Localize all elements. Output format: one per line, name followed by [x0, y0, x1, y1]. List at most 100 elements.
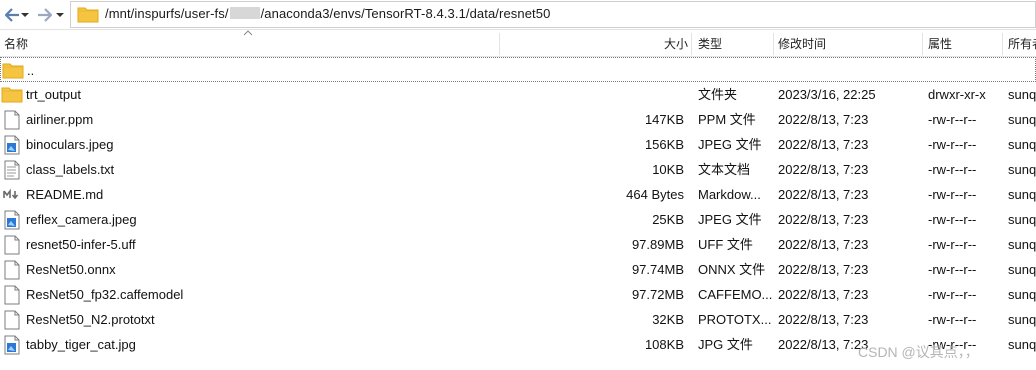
column-divider[interactable] [1002, 33, 1003, 55]
file-attributes: -rw-r--r-- [928, 112, 977, 127]
file-name: ResNet50.onnx [26, 262, 116, 277]
file-type: JPEG 文件 [698, 212, 762, 227]
file-owner: sunq [1008, 212, 1036, 227]
file-name: class_labels.txt [26, 162, 115, 177]
file-attributes: -rw-r--r-- [928, 262, 977, 277]
file-size: 32KB [652, 312, 684, 327]
forward-button[interactable] [36, 7, 54, 23]
file-owner: sunq [1008, 237, 1036, 252]
file-owner: sunq [1008, 87, 1036, 102]
address-path-suffix: /anaconda3/envs/TensorRT-8.4.3.1/data/re… [260, 6, 551, 21]
file-row[interactable]: trt_output 文件夹 2023/3/16, 22:25 drwxr-xr-x s… [0, 82, 1036, 107]
column-header-type[interactable]: 类型 [694, 30, 726, 57]
file-type: PPM 文件 [698, 112, 756, 127]
file-row[interactable]: airliner.ppm 147KB PPM 文件 2022/8/13, 7:23 -r… [0, 107, 1036, 132]
file-type: ONNX 文件 [698, 262, 766, 277]
file-row[interactable]: ResNet50_N2.prototxt 32KB PROTOTX... 2022/8… [0, 307, 1036, 332]
folder-icon [2, 63, 24, 79]
address-path-prefix: /mnt/inspurfs/user-fs/ [105, 6, 229, 21]
file-owner: sunq [1008, 262, 1036, 277]
column-header-name[interactable]: 名称 [0, 30, 32, 57]
file-size [523, 58, 683, 83]
file-size: 156KB [644, 137, 684, 152]
watermark: CSDN @议其点，， [858, 344, 979, 360]
column-header-size[interactable]: 大小 [660, 30, 692, 57]
column-header-owner[interactable]: 所有者 [1004, 30, 1036, 57]
file-type: JPG 文件 [698, 337, 753, 352]
file-modified [779, 58, 919, 83]
file-size: 97.89MB [631, 237, 684, 252]
file-type: JPEG 文件 [698, 137, 762, 152]
file-modified: 2022/8/13, 7:23 [778, 287, 869, 302]
file-row[interactable]: binoculars.jpeg 156KB JPEG 文件 2022/8/13, 7:… [0, 132, 1036, 157]
file-attributes: -rw-r--r-- [928, 287, 977, 302]
file-icon [4, 260, 20, 280]
file-name: .. [27, 63, 35, 78]
file-owner: sunq [1008, 187, 1036, 202]
column-divider[interactable] [922, 33, 923, 55]
back-arrow-icon [4, 8, 19, 22]
back-button[interactable] [3, 7, 21, 23]
file-modified: 2022/8/13, 7:23 [778, 262, 869, 277]
column-divider[interactable] [691, 33, 692, 55]
file-modified: 2022/8/13, 7:23 [778, 237, 869, 252]
forward-arrow-icon [38, 8, 53, 22]
image-file-icon [4, 210, 20, 230]
file-modified: 2022/8/13, 7:23 [778, 162, 869, 177]
file-name: ResNet50_N2.prototxt [26, 312, 155, 327]
file-attributes: -rw-r--r-- [928, 187, 977, 202]
image-file-icon [4, 135, 20, 155]
forward-history-dropdown[interactable] [55, 9, 65, 21]
back-history-dropdown[interactable] [20, 9, 30, 21]
file-size [524, 82, 684, 107]
folder-icon [1, 87, 23, 103]
file-attributes: -rw-r--r-- [928, 312, 977, 327]
file-name: README.md [26, 187, 104, 202]
file-owner: sunq [1008, 162, 1036, 177]
file-row[interactable]: reflex_camera.jpeg 25KB JPEG 文件 2022/8/13, … [0, 207, 1036, 232]
file-size: 25KB [652, 212, 684, 227]
file-type: PROTOTX... [698, 312, 772, 327]
file-attributes [929, 58, 1003, 83]
file-type: Markdow... [698, 187, 761, 202]
file-type: CAFFEMO... [698, 287, 773, 302]
file-owner: sunq [1008, 137, 1036, 152]
file-size: 97.72MB [631, 287, 684, 302]
file-type: UFF 文件 [698, 237, 753, 252]
column-divider[interactable] [499, 33, 500, 55]
sort-ascending-icon [243, 30, 253, 36]
redacted-username [229, 7, 260, 19]
file-row[interactable]: ResNet50_fp32.caffemodel 97.72MB CAFFEMO..… [0, 282, 1036, 307]
file-row[interactable]: ResNet50.onnx 97.74MB ONNX 文件 2022/8/13, 7:… [0, 257, 1036, 282]
file-name: reflex_camera.jpeg [26, 212, 137, 227]
file-modified: 2022/8/13, 7:23 [778, 312, 869, 327]
file-icon [4, 235, 20, 255]
column-header-modified[interactable]: 修改时间 [774, 30, 830, 57]
file-modified: 2022/8/13, 7:23 [778, 137, 869, 152]
file-row[interactable]: class_labels.txt 10KB 文本文档 2022/8/13, 7:23 -… [0, 157, 1036, 182]
file-row[interactable]: resnet50-infer-5.uff 97.89MB UFF 文件 2022/8/… [0, 232, 1036, 257]
file-owner: sunq [1008, 337, 1036, 352]
address-path[interactable]: /mnt/inspurfs/user-fs/ /anaconda3/envs/Te… [105, 6, 550, 21]
file-name: trt_output [26, 87, 81, 102]
file-row[interactable]: README.md 464 Bytes Markdow... 2022/8/13, 7… [0, 182, 1036, 207]
file-modified: 2022/8/13, 7:23 [778, 187, 869, 202]
file-owner [1009, 58, 1036, 83]
file-icon [4, 285, 20, 305]
file-modified: 2023/3/16, 22:25 [778, 87, 876, 102]
file-attributes: -rw-r--r-- [928, 237, 977, 252]
parent-directory-row[interactable]: .. [0, 57, 1036, 82]
file-attributes: drwxr-xr-x [928, 87, 986, 102]
file-type: 文件夹 [698, 87, 738, 102]
image-file-icon [4, 335, 20, 355]
file-icon [4, 310, 20, 330]
file-owner: sunq [1008, 112, 1036, 127]
file-type [699, 58, 775, 83]
file-size: 10KB [652, 162, 684, 177]
file-modified: 2022/8/13, 7:23 [778, 212, 869, 227]
file-name: ResNet50_fp32.caffemodel [26, 287, 184, 302]
address-toolbar: /mnt/inspurfs/user-fs/ /anaconda3/envs/Te… [0, 0, 1036, 30]
column-header-attributes[interactable]: 属性 [924, 30, 956, 57]
file-name: binoculars.jpeg [26, 137, 114, 152]
file-icon [4, 110, 20, 130]
